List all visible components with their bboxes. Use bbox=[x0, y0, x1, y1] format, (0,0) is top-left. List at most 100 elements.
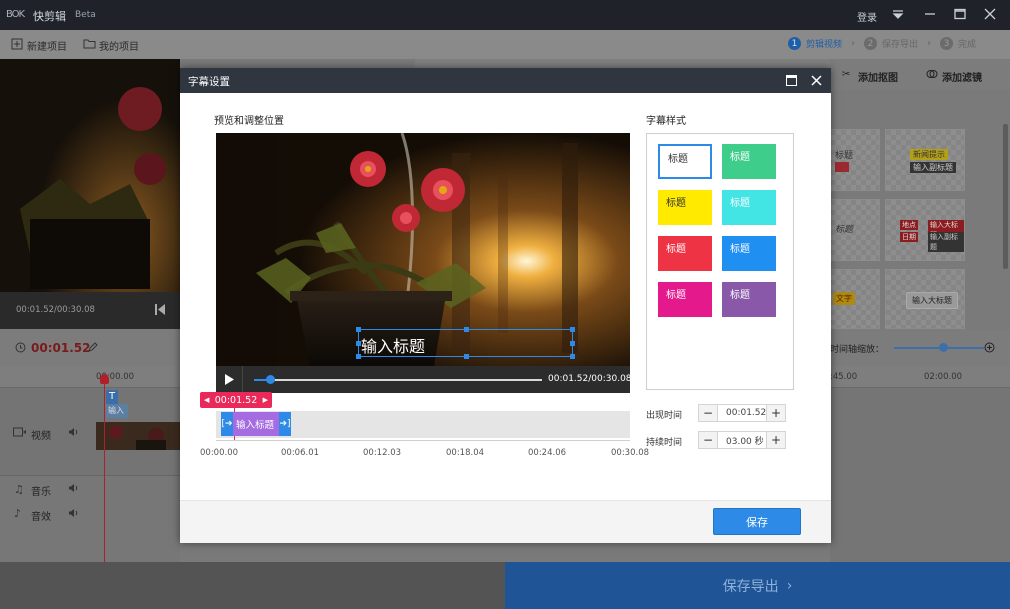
styles-heading: 字幕样式 bbox=[646, 116, 686, 127]
timeline-tick: 00:00.00 bbox=[200, 448, 239, 458]
playhead-handle[interactable] bbox=[100, 374, 109, 384]
style-swatch-yellow[interactable]: 标题 bbox=[658, 190, 712, 225]
video-preview bbox=[0, 59, 180, 329]
skip-back-icon[interactable] bbox=[155, 304, 165, 315]
timeline-tracks-right bbox=[830, 388, 1010, 562]
resize-handle[interactable] bbox=[570, 327, 575, 332]
timeline-tick: 00:12.03 bbox=[363, 448, 402, 458]
resize-handle[interactable] bbox=[356, 341, 361, 346]
edit-pencil-icon[interactable] bbox=[88, 342, 98, 352]
increment-button[interactable]: + bbox=[767, 432, 785, 448]
duration-input[interactable]: 03.00 秒 bbox=[717, 432, 767, 448]
playhead-line bbox=[104, 380, 105, 562]
app-name: 快剪辑 bbox=[33, 10, 66, 23]
divider bbox=[242, 366, 243, 393]
resize-handle[interactable] bbox=[356, 327, 361, 332]
style-swatch-magenta[interactable]: 标题 bbox=[658, 282, 712, 317]
ruler-label: :45.00 bbox=[830, 372, 858, 382]
zoom-in-icon[interactable] bbox=[984, 342, 995, 353]
track-area-filler bbox=[0, 526, 180, 562]
step-number: 3 bbox=[940, 37, 954, 50]
my-projects-button[interactable]: 我的项目 bbox=[99, 38, 139, 53]
app-logo: BOK bbox=[6, 9, 25, 20]
subtitle-clip[interactable]: [➔ 输入标题 ➔] bbox=[221, 412, 291, 436]
style-swatch-white[interactable]: 标题 bbox=[658, 144, 712, 179]
style-swatch-green[interactable]: 标题 bbox=[722, 144, 776, 179]
appear-time-label: 出现时间 bbox=[646, 411, 683, 421]
filter-icon bbox=[926, 68, 938, 80]
style-grid: 标题 标题 标题 标题 标题 标题 标题 标题 bbox=[646, 133, 794, 390]
text-clip-icon[interactable]: T bbox=[106, 390, 118, 404]
effects-toolbar: ✂ 添加抠图 添加滤镜 bbox=[830, 59, 1010, 89]
step-label: 保存导出 bbox=[882, 40, 919, 50]
style-swatch-red[interactable]: 标题 bbox=[658, 236, 712, 271]
chevron-right-icon: › bbox=[851, 38, 856, 49]
volume-icon[interactable] bbox=[68, 483, 79, 493]
clip-handle-left-icon[interactable]: [➔ bbox=[221, 412, 233, 436]
volume-icon[interactable] bbox=[68, 427, 79, 437]
appear-time-input[interactable]: 00:01.52 bbox=[717, 405, 767, 421]
timeline-ruler: 00:00.00 bbox=[0, 366, 180, 388]
decrement-button[interactable]: − bbox=[699, 405, 717, 421]
subtitle-settings-dialog: 字幕设置 预览和调整位置 字幕样式 输入标题 00:01.52/00:30.08… bbox=[180, 68, 831, 543]
sound-effect-icon: ♪ bbox=[14, 507, 22, 520]
clip-handle-right-icon[interactable]: ➔] bbox=[279, 412, 291, 436]
caption-selection-box[interactable]: 输入标题 bbox=[356, 327, 575, 359]
chevron-right-icon: › bbox=[786, 577, 793, 594]
seek-bar[interactable] bbox=[254, 379, 542, 381]
template-card[interactable]: 新闻提示 输入副标题 bbox=[885, 129, 965, 191]
style-swatch-cyan[interactable]: 标题 bbox=[722, 190, 776, 225]
save-export-button[interactable]: 保存导出 › bbox=[505, 562, 1010, 609]
top-strip-right bbox=[415, 59, 830, 68]
resize-handle[interactable] bbox=[356, 354, 361, 359]
preview-heading: 预览和调整位置 bbox=[214, 116, 284, 127]
playhead-time-badge[interactable]: ◀ 00:01.52 ▶ bbox=[200, 392, 272, 408]
video-track-icon bbox=[13, 427, 26, 437]
caption-text[interactable]: 输入标题 bbox=[361, 333, 425, 357]
bottom-bar bbox=[0, 562, 505, 609]
preview-controls: 00:01.52/00:30.08 bbox=[0, 292, 180, 329]
timeline-tick: 00:06.01 bbox=[281, 448, 320, 458]
resize-handle[interactable] bbox=[570, 354, 575, 359]
play-icon[interactable] bbox=[224, 374, 234, 385]
text-clip[interactable]: 输入 bbox=[106, 404, 128, 418]
style-swatch-blue[interactable]: 标题 bbox=[722, 236, 776, 271]
app-edition: Beta bbox=[75, 10, 96, 20]
scissors-icon: ✂ bbox=[842, 69, 851, 80]
volume-icon[interactable] bbox=[68, 508, 79, 518]
save-button[interactable]: 保存 bbox=[713, 508, 801, 535]
add-filter-button[interactable]: 添加滤镜 bbox=[942, 69, 982, 84]
music-track-label: 音乐 bbox=[31, 487, 51, 498]
timeline-tick: 00:24.06 bbox=[528, 448, 567, 458]
increment-button[interactable]: + bbox=[767, 405, 785, 421]
zoom-slider-thumb[interactable] bbox=[939, 343, 948, 352]
maximize-icon[interactable] bbox=[954, 8, 966, 20]
resize-handle[interactable] bbox=[464, 354, 469, 359]
decrement-button[interactable]: − bbox=[699, 432, 717, 448]
template-card[interactable]: 输入大标题 bbox=[885, 269, 965, 329]
close-icon[interactable] bbox=[811, 75, 822, 86]
video-clip-thumbnail[interactable] bbox=[96, 422, 180, 450]
scrollbar[interactable] bbox=[1003, 124, 1008, 269]
subtitle-clip-label: 输入标题 bbox=[236, 420, 275, 431]
nudge-left-icon[interactable]: ◀ bbox=[204, 396, 209, 404]
template-card[interactable]: 地点 输入大标题 日期 输入副标题 bbox=[885, 199, 965, 261]
menu-dropdown-icon[interactable] bbox=[891, 8, 905, 20]
style-swatch-purple[interactable]: 标题 bbox=[722, 282, 776, 317]
playhead-time: 00:01.52 bbox=[214, 394, 258, 406]
add-matting-button[interactable]: 添加抠图 bbox=[858, 69, 898, 84]
maximize-icon[interactable] bbox=[786, 75, 797, 86]
minimize-icon[interactable] bbox=[924, 8, 936, 20]
nudge-right-icon[interactable]: ▶ bbox=[263, 396, 268, 404]
timeline-tick: 00:30.08 bbox=[611, 448, 650, 458]
new-project-button[interactable]: 新建项目 bbox=[27, 38, 67, 53]
login-link[interactable]: 登录 bbox=[857, 9, 877, 24]
dialog-title: 字幕设置 bbox=[188, 76, 230, 88]
resize-handle[interactable] bbox=[570, 341, 575, 346]
title-bar: BOK 快剪辑 Beta 登录 bbox=[0, 0, 1010, 30]
folder-icon[interactable] bbox=[83, 38, 96, 49]
resize-handle[interactable] bbox=[464, 327, 469, 332]
close-window-icon[interactable] bbox=[984, 8, 996, 20]
seek-thumb[interactable] bbox=[266, 375, 275, 384]
new-project-icon[interactable] bbox=[11, 38, 23, 50]
